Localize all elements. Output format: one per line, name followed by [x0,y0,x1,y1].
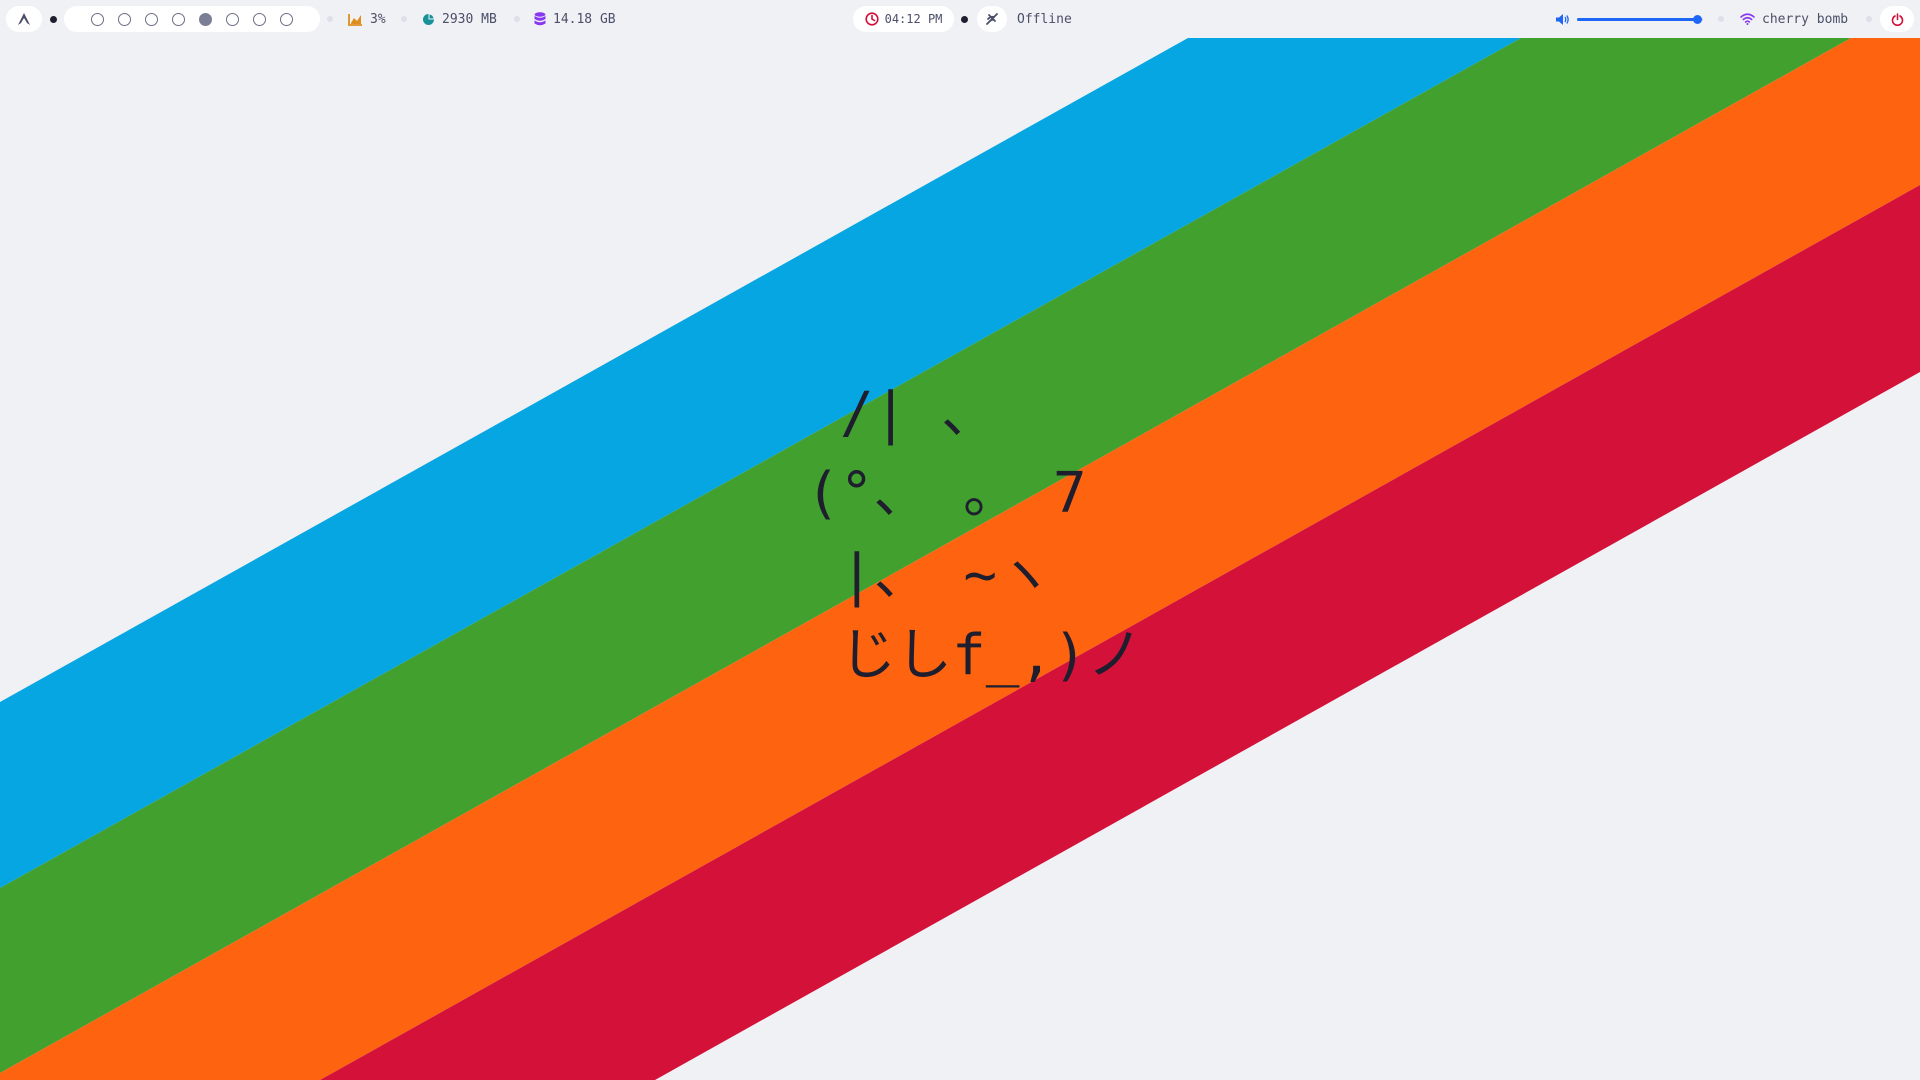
workspace-4[interactable] [172,12,185,26]
memory-usage[interactable]: 2930 MB [422,0,497,38]
ascii-line-3: |、 ~ヽ [840,543,1053,608]
volume-control[interactable] [1555,0,1576,38]
power-icon [1891,12,1903,26]
separator-dot [1866,16,1872,22]
memory-value: 2930 MB [442,11,497,27]
workspace-5-active[interactable] [199,12,212,26]
clock-time: 04:12 PM [884,12,943,26]
ascii-line-1: /| 、 [840,381,997,446]
disk-usage[interactable]: 14.18 GB [534,0,616,38]
network-status[interactable]: Offline [1017,0,1072,38]
chart-icon [348,13,362,26]
speaker-icon [1556,13,1569,25]
arch-logo-icon [18,13,30,25]
workspace-1[interactable] [91,12,104,26]
workspaces [64,6,320,32]
workspace-7[interactable] [253,12,266,26]
workspace-3[interactable] [145,12,158,26]
ascii-line-4: じしf_,)ノ [840,623,1143,688]
separator-dot [514,16,520,22]
ascii-line-2: (°、 。 7 [806,461,1087,526]
workspace-8[interactable] [280,12,293,26]
pie-chart-icon [423,13,435,25]
wifi-icon [1740,13,1755,25]
clock[interactable]: 04:12 PM [853,6,954,32]
network-status-label: Offline [1017,11,1072,27]
launcher-button[interactable] [6,6,42,32]
volume-slider-knob[interactable] [1693,15,1702,24]
database-icon [534,12,546,26]
disk-value: 14.18 GB [553,11,616,27]
workspace-2[interactable] [118,12,131,26]
workspace-6[interactable] [226,12,239,26]
separator-dot [50,16,57,23]
network-off-icon [986,13,998,25]
power-button[interactable] [1880,6,1914,32]
ascii-cat-art: /| 、 (°、 。 7 |、 ~ヽ じしf_,)ノ [806,381,1143,688]
volume-slider-fill [1577,18,1697,21]
separator-dot [1718,16,1724,22]
cpu-usage[interactable]: 3% [348,0,386,38]
network-status-button[interactable] [977,6,1007,32]
wifi-status[interactable]: cherry bomb [1740,0,1848,38]
top-bar: 3% 2930 MB 14.18 GB 04:12 PM Offline che… [0,0,1920,38]
separator-dot [401,16,407,22]
cpu-value: 3% [370,11,386,27]
volume-slider[interactable] [1577,15,1703,24]
clock-icon [864,12,879,26]
wifi-ssid: cherry bomb [1762,11,1849,27]
separator-dot [327,16,333,22]
separator-dot [961,16,968,23]
